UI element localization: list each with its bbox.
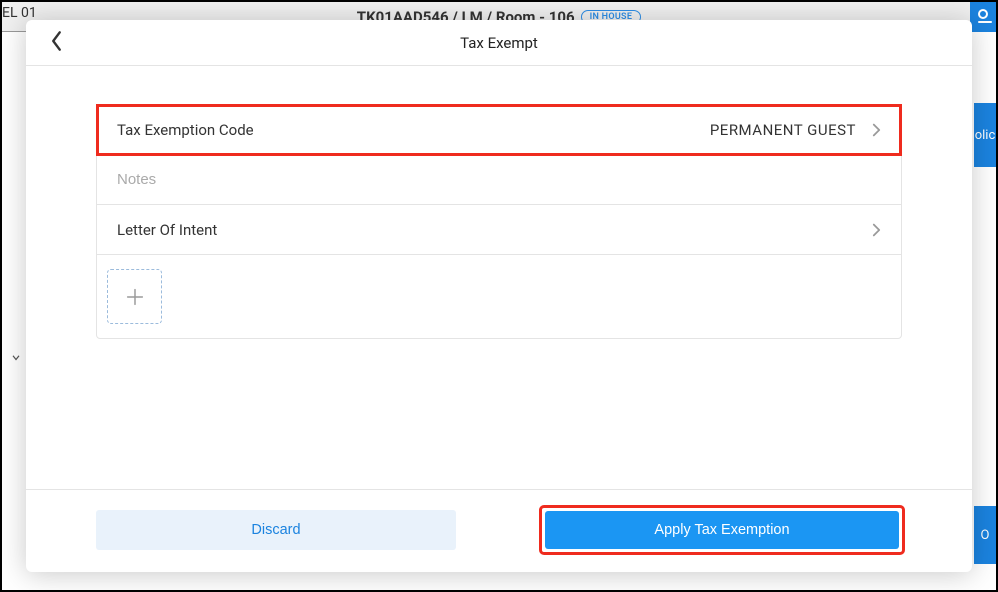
modal-body: Tax Exemption Code PERMANENT GUEST Lette…: [26, 66, 972, 489]
tax-exempt-modal: Tax Exempt Tax Exemption Code PERMANENT …: [26, 20, 972, 572]
tax-exemption-code-label: Tax Exemption Code: [117, 121, 254, 139]
bg-hotel-label: EL 01: [2, 5, 37, 21]
chevron-right-icon: [872, 222, 881, 238]
apply-button-highlight: Apply Tax Exemption: [542, 508, 902, 552]
chevron-left-icon: [50, 30, 63, 52]
bg-account-button[interactable]: [970, 2, 996, 32]
add-attachment-button[interactable]: [107, 269, 162, 324]
plus-icon: [124, 286, 146, 308]
apply-tax-exemption-button[interactable]: Apply Tax Exemption: [545, 511, 899, 549]
letter-of-intent-row[interactable]: Letter Of Intent: [97, 205, 901, 255]
bg-side-tab-2-label: O: [981, 528, 990, 543]
bg-side-tab-1[interactable]: olic: [974, 103, 996, 167]
notes-input[interactable]: [117, 171, 881, 188]
bg-side-tab-2[interactable]: O: [974, 506, 996, 564]
modal-footer: Discard Apply Tax Exemption: [26, 489, 972, 572]
modal-header: Tax Exempt: [26, 20, 972, 66]
tax-exemption-code-value: PERMANENT GUEST: [710, 121, 856, 139]
add-attachment-row: [97, 255, 901, 338]
person-icon: [978, 9, 988, 19]
tax-exemption-code-row[interactable]: Tax Exemption Code PERMANENT GUEST: [97, 105, 901, 155]
notes-row: [97, 155, 901, 205]
chevron-right-icon: [872, 122, 881, 138]
back-button[interactable]: [50, 30, 63, 56]
chevron-down-icon: [11, 352, 21, 364]
bg-side-tab-1-label: olic: [975, 128, 996, 143]
discard-button[interactable]: Discard: [96, 510, 456, 550]
bg-collapse-chevron[interactable]: [11, 352, 21, 368]
form-section: Tax Exemption Code PERMANENT GUEST Lette…: [96, 104, 902, 339]
modal-title: Tax Exempt: [460, 34, 538, 52]
letter-of-intent-label: Letter Of Intent: [117, 221, 217, 239]
